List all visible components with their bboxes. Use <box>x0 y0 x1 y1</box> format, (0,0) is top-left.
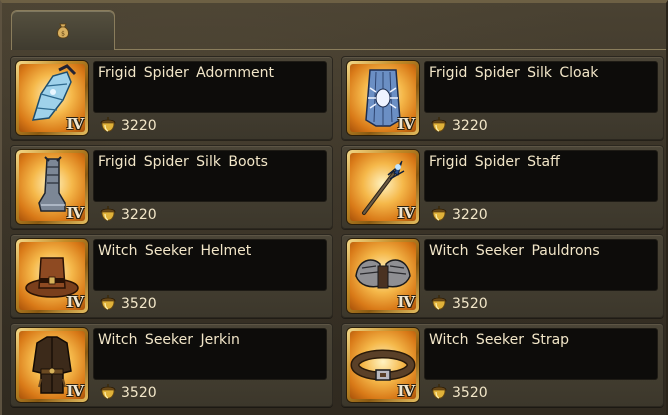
witch-seeker-hat-icon: IV <box>19 242 85 310</box>
item-name-box: Frigid Spider Silk Boots <box>93 150 327 202</box>
item-price: 3520 <box>429 293 488 315</box>
shop-item-card[interactable]: IV Frigid Spider Silk Cloak 3220 <box>341 56 664 140</box>
price-value: 3520 <box>121 296 157 312</box>
item-name: Frigid Spider Adornment <box>98 65 274 81</box>
item-name-box: Witch Seeker Pauldrons <box>424 239 658 291</box>
item-icon-frame[interactable]: IV <box>347 239 419 313</box>
item-price: 3220 <box>98 115 157 137</box>
item-icon-frame[interactable]: IV <box>347 150 419 224</box>
item-name: Frigid Spider Silk Cloak <box>429 65 599 81</box>
item-name-box: Frigid Spider Staff <box>424 150 658 202</box>
item-name: Frigid Spider Staff <box>429 154 560 170</box>
jerkin-icon: IV <box>19 331 85 399</box>
price-value: 3220 <box>121 118 157 134</box>
price-value: 3520 <box>452 385 488 401</box>
shop-window: $ IV Frigid Spider Adornment 3220 IV Fri… <box>0 0 668 415</box>
item-name: Frigid Spider Silk Boots <box>98 154 268 170</box>
item-icon-frame[interactable]: IV <box>16 328 88 402</box>
acorn-currency-icon <box>100 384 116 399</box>
price-value: 3220 <box>452 207 488 223</box>
tier-label: IV <box>397 204 415 221</box>
tier-label: IV <box>66 382 84 399</box>
item-price: 3520 <box>429 382 488 404</box>
item-icon-frame[interactable]: IV <box>16 61 88 135</box>
spider-silk-boots-icon: IV <box>19 153 85 221</box>
shop-item-card[interactable]: IV Frigid Spider Silk Boots 3220 <box>10 145 333 229</box>
shop-item-card[interactable]: IV Witch Seeker Jerkin 3520 <box>10 323 333 407</box>
item-name: Witch Seeker Helmet <box>98 243 252 259</box>
acorn-currency-icon <box>100 295 116 310</box>
item-name-box: Witch Seeker Helmet <box>93 239 327 291</box>
acorn-currency-icon <box>100 206 116 221</box>
svg-text:$: $ <box>61 30 65 37</box>
item-price: 3220 <box>429 204 488 226</box>
item-name-box: Frigid Spider Adornment <box>93 61 327 113</box>
price-value: 3520 <box>452 296 488 312</box>
price-value: 3220 <box>452 118 488 134</box>
item-name-box: Witch Seeker Jerkin <box>93 328 327 380</box>
tier-label: IV <box>66 115 84 132</box>
item-price: 3220 <box>429 115 488 137</box>
tier-label: IV <box>397 382 415 399</box>
item-icon-frame[interactable]: IV <box>16 150 88 224</box>
acorn-currency-icon <box>431 295 447 310</box>
shop-item-card[interactable]: IV Frigid Spider Staff 3220 <box>341 145 664 229</box>
belt-strap-icon: IV <box>350 331 416 399</box>
item-name: Witch Seeker Jerkin <box>98 332 240 348</box>
item-icon-frame[interactable]: IV <box>16 239 88 313</box>
acorn-currency-icon <box>100 117 116 132</box>
item-price: 3520 <box>98 293 157 315</box>
tab-shop[interactable]: $ <box>11 10 115 50</box>
tier-label: IV <box>397 115 415 132</box>
item-name: Witch Seeker Strap <box>429 332 570 348</box>
price-value: 3220 <box>121 207 157 223</box>
shop-item-card[interactable]: IV Witch Seeker Helmet 3520 <box>10 234 333 318</box>
price-value: 3520 <box>121 385 157 401</box>
shop-item-card[interactable]: IV Frigid Spider Adornment 3220 <box>10 56 333 140</box>
item-icon-frame[interactable]: IV <box>347 61 419 135</box>
item-name: Witch Seeker Pauldrons <box>429 243 600 259</box>
item-name-box: Witch Seeker Strap <box>424 328 658 380</box>
money-bag-icon: $ <box>52 20 74 42</box>
pauldrons-icon: IV <box>350 242 416 310</box>
item-price: 3520 <box>98 382 157 404</box>
shop-item-card[interactable]: IV Witch Seeker Strap 3520 <box>341 323 664 407</box>
tier-label: IV <box>397 293 415 310</box>
acorn-currency-icon <box>431 384 447 399</box>
acorn-currency-icon <box>431 117 447 132</box>
shop-item-card[interactable]: IV Witch Seeker Pauldrons 3520 <box>341 234 664 318</box>
acorn-currency-icon <box>431 206 447 221</box>
tier-label: IV <box>66 293 84 310</box>
tier-label: IV <box>66 204 84 221</box>
item-icon-frame[interactable]: IV <box>347 328 419 402</box>
frost-spider-adornment-icon: IV <box>19 64 85 132</box>
tab-divider <box>115 49 666 50</box>
item-name-box: Frigid Spider Silk Cloak <box>424 61 658 113</box>
spider-silk-cloak-icon: IV <box>350 64 416 132</box>
item-price: 3220 <box>98 204 157 226</box>
spider-staff-icon: IV <box>350 153 416 221</box>
